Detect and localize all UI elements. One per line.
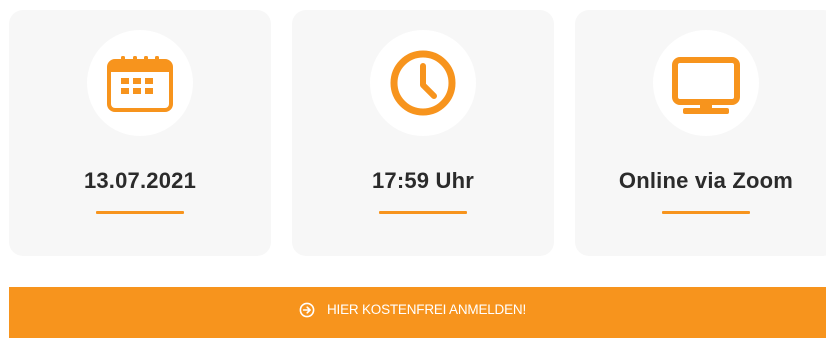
event-info-section: 13.07.2021 17:59 Uhr Online via Zoom HIE…	[0, 0, 826, 338]
time-card: 17:59 Uhr	[292, 10, 554, 256]
clock-icon	[390, 50, 456, 116]
register-button-label: HIER KOSTENFREI ANMELDEN!	[326, 302, 527, 317]
location-icon-circle	[653, 30, 759, 136]
arrow-circle-right-icon	[299, 302, 315, 317]
register-button[interactable]: HIER KOSTENFREI ANMELDEN!	[9, 287, 826, 338]
date-underline	[96, 211, 184, 214]
time-icon-circle	[370, 30, 476, 136]
location-card: Online via Zoom	[575, 10, 826, 256]
event-location: Online via Zoom	[618, 168, 794, 193]
register-button-content: HIER KOSTENFREI ANMELDEN!	[299, 302, 526, 318]
location-underline	[662, 211, 750, 214]
event-date: 13.07.2021	[83, 168, 197, 193]
date-icon-circle	[87, 30, 193, 136]
event-time: 17:59 Uhr	[371, 168, 475, 193]
calendar-icon	[107, 56, 173, 112]
monitor-icon	[672, 57, 740, 114]
time-underline	[379, 211, 467, 214]
date-card: 13.07.2021	[9, 10, 271, 256]
